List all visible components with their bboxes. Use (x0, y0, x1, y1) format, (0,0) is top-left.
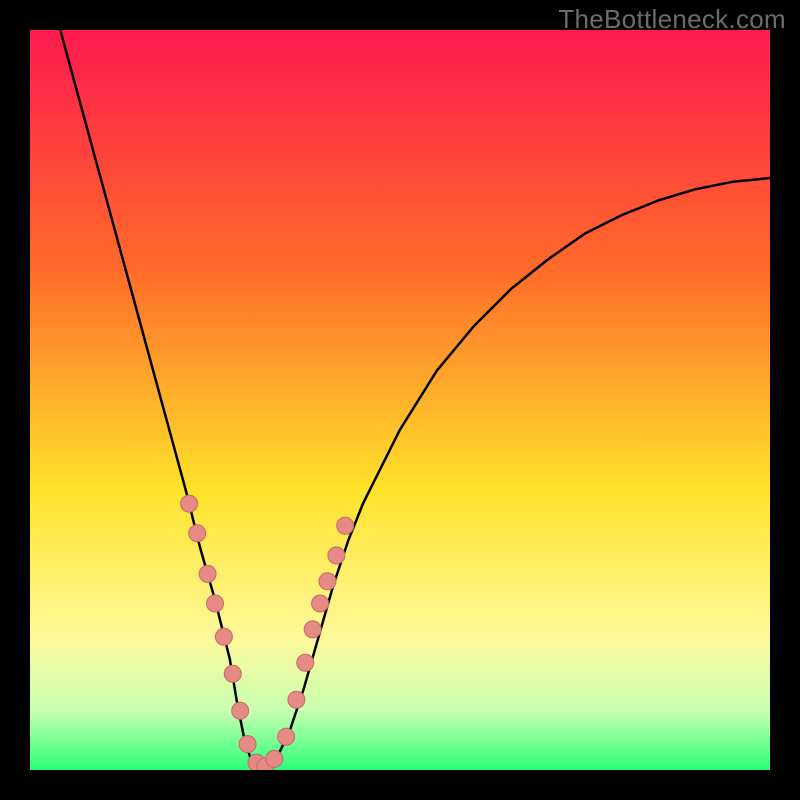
highlight-dot (207, 595, 224, 612)
highlight-dot (337, 517, 354, 534)
highlight-dot (215, 628, 232, 645)
highlight-dot (232, 702, 249, 719)
chart-frame: { "watermark": "TheBottleneck.com", "col… (0, 0, 800, 800)
chart-canvas (0, 0, 800, 800)
highlight-dot (297, 654, 314, 671)
highlight-dot (304, 621, 321, 638)
highlight-dot (239, 736, 256, 753)
highlight-dot (199, 565, 216, 582)
highlight-dot (189, 525, 206, 542)
highlight-dot (328, 547, 345, 564)
highlight-dot (278, 728, 295, 745)
watermark-text: TheBottleneck.com (558, 4, 786, 35)
highlight-dot (266, 750, 283, 767)
highlight-dot (312, 595, 329, 612)
highlight-dot (319, 573, 336, 590)
gradient-plot-area (30, 30, 770, 770)
highlight-dot (224, 665, 241, 682)
highlight-dot (181, 495, 198, 512)
highlight-dot (288, 691, 305, 708)
